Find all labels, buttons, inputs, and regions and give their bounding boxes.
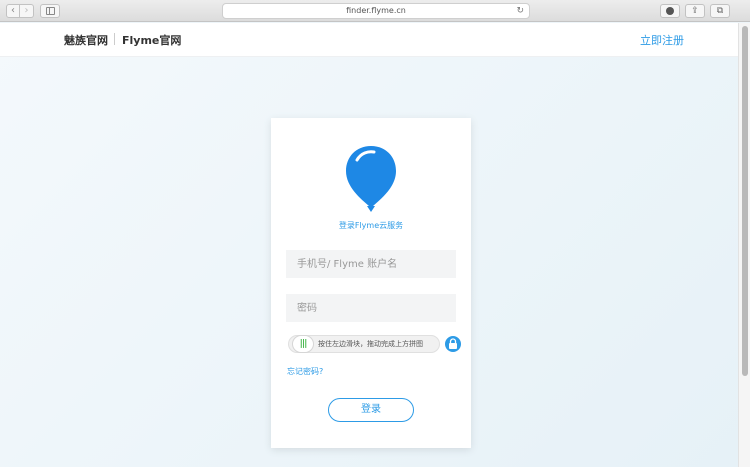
share-button[interactable]: ⇪ [685, 4, 705, 18]
tabs-button[interactable]: ⧉ [710, 4, 730, 18]
header-divider [114, 33, 115, 45]
account-input[interactable] [286, 250, 456, 278]
sidebar-icon [46, 7, 55, 15]
login-subtitle: 登录Flyme云服务 [338, 221, 404, 230]
scrollbar-thumb[interactable] [742, 26, 748, 376]
forgot-password-link[interactable]: 忘记密码? [287, 366, 323, 377]
flyme-official-link[interactable]: Flyme官网 [122, 32, 181, 48]
back-button[interactable]: ‹ [6, 4, 20, 18]
meizu-official-link[interactable]: 魅族官网 [64, 32, 108, 48]
lock-icon [449, 338, 457, 349]
slider-hint: 按住左边滑块，拖动完成上方拼图 [318, 340, 423, 348]
site-header: 魅族官网 Flyme官网 立即注册 [0, 23, 738, 57]
download-button[interactable] [660, 4, 680, 18]
reload-button[interactable]: ↻ [516, 4, 524, 18]
password-input[interactable] [286, 294, 456, 322]
register-link[interactable]: 立即注册 [640, 32, 684, 48]
lock-button[interactable] [445, 336, 461, 352]
captcha-slider: ||| 按住左边滑块，拖动完成上方拼图 [288, 335, 440, 353]
sidebar-toggle-button[interactable] [40, 4, 60, 18]
forward-button[interactable]: › [20, 4, 34, 18]
slider-handle[interactable]: ||| [292, 335, 314, 353]
url-text: finder.flyme.cn [346, 6, 406, 15]
login-button[interactable]: 登录 [328, 398, 414, 422]
address-bar[interactable]: finder.flyme.cn ↻ [222, 3, 530, 19]
download-icon [666, 7, 674, 15]
flyme-balloon-icon [346, 146, 396, 212]
page-scrollbar[interactable] [738, 23, 750, 467]
browser-toolbar: ‹ › finder.flyme.cn ↻ ⇪ ⧉ [0, 0, 750, 22]
login-card: 登录Flyme云服务 ||| 按住左边滑块，拖动完成上方拼图 忘记密码? 登录 [271, 118, 471, 448]
page-content: 魅族官网 Flyme官网 立即注册 登录Flyme云服务 ||| 按住左边滑块，… [0, 23, 738, 467]
